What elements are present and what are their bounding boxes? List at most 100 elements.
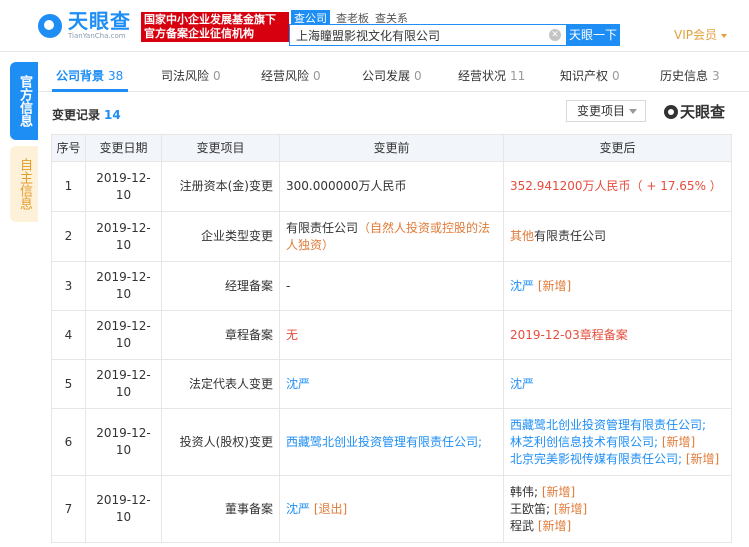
change-tag: [退出]: [310, 501, 348, 516]
vip-member-menu[interactable]: VIP会员: [674, 26, 727, 43]
tab-business-status[interactable]: 经营状况 11: [458, 67, 525, 84]
tab-count: 0: [313, 69, 321, 83]
entity-link[interactable]: 林芝利创信息技术有限公司;: [510, 435, 658, 449]
change-tag: [新增]: [682, 451, 720, 466]
row-after-value: 352.941200万人民币（ + 17.65% ）: [503, 161, 732, 212]
watermark-logo: 天眼查: [664, 101, 725, 122]
search-button[interactable]: 天眼一下: [566, 24, 620, 46]
entity-link[interactable]: 北京完美影视传媒有限责任公司;: [510, 452, 682, 466]
table-row: 3 2019-12-10 经理备案 - 沈严 [新增]: [51, 261, 732, 311]
tab-count: 11: [510, 69, 526, 83]
change-tag: [新增]: [658, 434, 696, 449]
tab-company-development[interactable]: 公司发展 0: [362, 67, 422, 84]
top-header: 天眼查 TianYanCha.com 国家中小企业发展基金旗下 官方备案企业征信…: [0, 0, 749, 52]
row-after-value: 其他有限责任公司: [503, 211, 732, 262]
row-index: 1: [51, 161, 86, 212]
tab-history-info[interactable]: 历史信息 3: [660, 67, 720, 84]
tab-company-background[interactable]: 公司背景 38: [56, 67, 123, 84]
row-index: 5: [51, 359, 86, 409]
vip-label: VIP会员: [674, 28, 717, 42]
value-text: 王欧笛;: [510, 501, 551, 516]
section-title: 变更记录 14: [52, 106, 121, 123]
entity-link[interactable]: 西藏鹭北创业投资管理有限责任公司;: [510, 418, 706, 432]
slogan-line-2: 官方备案企业征信机构: [144, 27, 254, 40]
row-date: 2019-12-10: [85, 211, 162, 262]
entity-link[interactable]: 西藏鹭北创业投资管理有限责任公司;: [286, 435, 482, 449]
table-row: 1 2019-12-10 注册资本(金)变更 300.000000万人民币 352.94…: [51, 161, 732, 212]
tab-label: 经营状况: [458, 69, 507, 83]
logo-text: 天眼查: [68, 9, 131, 33]
row-change-item: 法定代表人变更: [161, 359, 280, 409]
entity-link[interactable]: 沈严: [286, 502, 310, 516]
clear-icon[interactable]: ✕: [549, 29, 561, 41]
tab-judicial-risk[interactable]: 司法风险 0: [161, 67, 221, 84]
row-before-value: 有限责任公司（自然人投资或控股的法人独资）: [279, 211, 504, 262]
value-text: 2019-12-03章程备案: [510, 327, 628, 342]
slogan-line-1: 国家中小企业发展基金旗下: [144, 13, 276, 26]
row-before-value: -: [279, 261, 504, 311]
change-record-table: 序号 变更日期 变更项目 变更前 变更后 1 2019-12-10 注册资本(金)变…: [51, 134, 732, 543]
tab-intellectual-property[interactable]: 知识产权 0: [560, 67, 620, 84]
row-after-value: 2019-12-03章程备案: [503, 310, 732, 360]
tab-label: 知识产权: [560, 69, 609, 83]
row-before-value: 300.000000万人民币: [279, 161, 504, 212]
value-text: 352.941200万人民币（ + 17.65% ）: [510, 179, 722, 193]
tab-label: 公司背景: [56, 69, 105, 83]
row-change-item: 章程备案: [161, 310, 280, 360]
side-tab-official-info[interactable]: 官方信息: [10, 62, 38, 140]
row-date: 2019-12-10: [85, 359, 162, 409]
tab-count: 0: [612, 69, 620, 83]
row-after-value: 西藏鹭北创业投资管理有限责任公司; 林芝利创信息技术有限公司; [新增] 北京完美影…: [503, 408, 732, 476]
tab-label: 司法风险: [161, 69, 210, 83]
row-date: 2019-12-10: [85, 261, 162, 311]
value-text: 程武: [510, 518, 535, 533]
row-change-item: 注册资本(金)变更: [161, 161, 280, 212]
value-text: 其他: [510, 229, 535, 243]
row-after-value: 沈严: [503, 359, 732, 409]
change-tag: [新增]: [534, 278, 572, 293]
row-after-value: 沈严 [新增]: [503, 261, 732, 311]
after-line: 西藏鹭北创业投资管理有限责任公司;: [510, 417, 725, 434]
column-header-before: 变更前: [279, 134, 504, 162]
row-date: 2019-12-10: [85, 161, 162, 212]
row-index: 2: [51, 211, 86, 262]
entity-link[interactable]: 沈严: [510, 377, 534, 391]
chevron-down-icon: [721, 33, 727, 38]
row-change-item: 董事备案: [161, 475, 280, 543]
row-date: 2019-12-10: [85, 475, 162, 543]
caret-down-icon: [629, 109, 637, 114]
row-after-value: 韩伟; [新增] 王欧笛; [新增] 程武 [新增]: [503, 475, 732, 543]
side-tab-self-info[interactable]: 自主信息: [10, 146, 38, 222]
search-input[interactable]: [290, 25, 565, 45]
section-title-text: 变更记录: [52, 108, 101, 122]
row-index: 7: [51, 475, 86, 543]
after-line: 北京完美影视传媒有限责任公司; [新增]: [510, 451, 725, 468]
table-row: 4 2019-12-10 章程备案无 2019-12-03章程备案: [51, 310, 732, 360]
change-tag: [新增]: [538, 484, 576, 499]
table-row: 6 2019-12-10 投资人(股权)变更 西藏鹭北创业投资管理有限责任公司; 西藏鹭…: [51, 408, 732, 476]
after-line: 程武 [新增]: [510, 518, 725, 535]
tab-operation-risk[interactable]: 经营风险 0: [261, 67, 321, 84]
search-box: ✕ 天眼一下: [289, 24, 620, 46]
tab-label: 公司发展: [362, 69, 411, 83]
section-tab-bar: 公司背景 38 司法风险 0 经营风险 0 公司发展 0 经营状况 11 知识产权 0 历史…: [38, 58, 749, 92]
change-item-filter-dropdown[interactable]: 变更项目: [566, 100, 646, 122]
official-slogan-banner: 国家中小企业发展基金旗下 官方备案企业征信机构: [141, 12, 289, 42]
row-before-value: 沈严 [退出]: [279, 475, 504, 543]
tab-count: 3: [712, 69, 720, 83]
row-index: 6: [51, 408, 86, 476]
logo[interactable]: 天眼查 TianYanCha.com: [38, 10, 131, 41]
logo-eye-icon: [38, 13, 62, 38]
tab-count: 38: [108, 69, 124, 83]
tab-count: 0: [213, 69, 221, 83]
active-tab-indicator: [52, 89, 128, 92]
after-line: 林芝利创信息技术有限公司; [新增]: [510, 434, 725, 451]
value-text: 无: [286, 327, 299, 342]
entity-link[interactable]: 沈严: [286, 377, 310, 391]
row-index: 4: [51, 310, 86, 360]
entity-link[interactable]: 沈严: [510, 279, 534, 293]
change-tag: [新增]: [534, 518, 572, 533]
row-before-value: 西藏鹭北创业投资管理有限责任公司;: [279, 408, 504, 476]
value-text: 300.000000万人民币: [286, 179, 407, 193]
record-count: 14: [104, 108, 121, 122]
